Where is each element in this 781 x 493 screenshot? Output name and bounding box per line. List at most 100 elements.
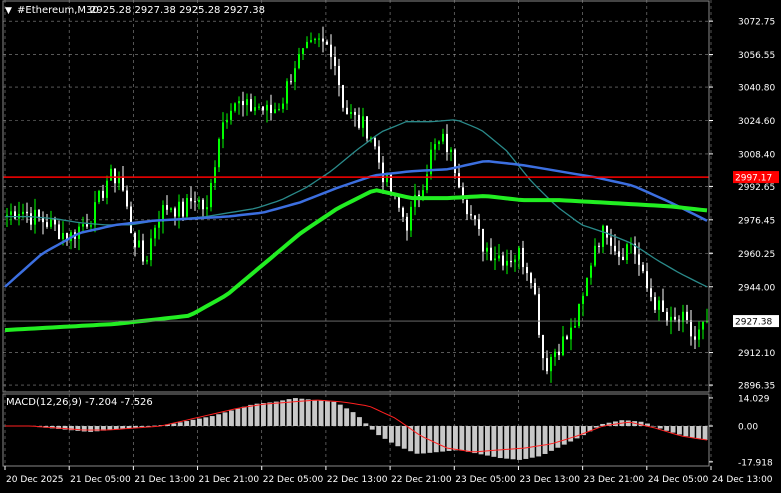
candle-body[interactable]: [82, 224, 84, 227]
candle-body[interactable]: [646, 271, 648, 289]
candle-body[interactable]: [366, 116, 368, 139]
candle-body[interactable]: [578, 303, 580, 327]
candle-body[interactable]: [46, 222, 48, 227]
candle-body[interactable]: [470, 214, 472, 216]
candle-body[interactable]: [522, 247, 524, 268]
candle-body[interactable]: [346, 107, 348, 115]
candle-body[interactable]: [202, 199, 204, 210]
candle-body[interactable]: [474, 215, 476, 220]
candle-body[interactable]: [530, 273, 532, 284]
candle-body[interactable]: [358, 114, 360, 128]
candle-body[interactable]: [338, 65, 340, 86]
candle-body[interactable]: [86, 224, 88, 227]
candle-body[interactable]: [674, 316, 676, 320]
candle-body[interactable]: [638, 254, 640, 265]
mt-chart-window[interactable]: 2997.17 2927.38 20 Dec 2025 21 Dec 05:00 21…: [0, 0, 781, 489]
candle-body[interactable]: [302, 48, 304, 54]
candle-body[interactable]: [6, 214, 8, 216]
candle-body[interactable]: [50, 219, 52, 227]
candle-body[interactable]: [98, 190, 100, 203]
candle-body[interactable]: [334, 56, 336, 66]
candle-body[interactable]: [198, 199, 200, 203]
candle-body[interactable]: [58, 224, 60, 240]
candle-body[interactable]: [30, 213, 32, 225]
candle-body[interactable]: [534, 283, 536, 295]
candle-body[interactable]: [134, 233, 136, 248]
candle-body[interactable]: [298, 53, 300, 69]
candle-body[interactable]: [450, 149, 452, 153]
candle-body[interactable]: [354, 111, 356, 115]
candle-body[interactable]: [502, 255, 504, 266]
candle-body[interactable]: [442, 133, 444, 142]
candle-body[interactable]: [690, 320, 692, 337]
candle-body[interactable]: [286, 81, 288, 104]
chart-menu-chevron-icon[interactable]: ▼: [5, 6, 12, 16]
candle-body[interactable]: [206, 207, 208, 210]
candle-body[interactable]: [278, 108, 280, 110]
candle-body[interactable]: [506, 260, 508, 266]
candle-body[interactable]: [14, 211, 16, 219]
candle-body[interactable]: [38, 209, 40, 218]
candle-body[interactable]: [438, 141, 440, 145]
candle-body[interactable]: [514, 259, 516, 263]
candle-body[interactable]: [538, 294, 540, 335]
candle-body[interactable]: [210, 182, 212, 208]
candle-body[interactable]: [382, 162, 384, 183]
candle-body[interactable]: [586, 277, 588, 296]
candle-body[interactable]: [214, 167, 216, 183]
candle-body[interactable]: [626, 244, 628, 261]
candle-body[interactable]: [94, 202, 96, 226]
candle-body[interactable]: [406, 216, 408, 231]
candle-body[interactable]: [466, 199, 468, 215]
candle-body[interactable]: [90, 225, 92, 227]
candle-body[interactable]: [574, 326, 576, 328]
candle-body[interactable]: [258, 106, 260, 108]
candle-body[interactable]: [410, 206, 412, 231]
candle-body[interactable]: [318, 38, 320, 40]
chart-canvas[interactable]: 2997.172927.38 20 Dec 2025 21 Dec 05:00 21…: [0, 0, 781, 489]
candle-body[interactable]: [118, 177, 120, 184]
candle-body[interactable]: [222, 122, 224, 139]
candle-body[interactable]: [402, 207, 404, 217]
candle-body[interactable]: [174, 208, 176, 217]
candle-body[interactable]: [186, 197, 188, 217]
candle-body[interactable]: [486, 247, 488, 252]
candle-body[interactable]: [126, 190, 128, 207]
candle-body[interactable]: [182, 201, 184, 217]
candle-body[interactable]: [218, 138, 220, 168]
candle-body[interactable]: [154, 227, 156, 239]
candle-body[interactable]: [142, 240, 144, 262]
candle-body[interactable]: [106, 180, 108, 198]
candle-body[interactable]: [122, 177, 124, 191]
candle-body[interactable]: [618, 251, 620, 257]
candle-body[interactable]: [666, 311, 668, 322]
candle-body[interactable]: [330, 44, 332, 57]
candle-body[interactable]: [602, 225, 604, 247]
candle-body[interactable]: [454, 149, 456, 174]
candle-body[interactable]: [546, 358, 548, 372]
candle-body[interactable]: [458, 173, 460, 188]
candle-body[interactable]: [510, 260, 512, 263]
candle-body[interactable]: [662, 300, 664, 312]
candle-body[interactable]: [702, 321, 704, 330]
candle-body[interactable]: [158, 221, 160, 228]
candle-body[interactable]: [110, 168, 112, 181]
candle-body[interactable]: [102, 190, 104, 198]
candle-body[interactable]: [682, 311, 684, 323]
candle-body[interactable]: [310, 40, 312, 42]
candle-body[interactable]: [542, 334, 544, 359]
candle-body[interactable]: [598, 245, 600, 247]
candle-body[interactable]: [594, 245, 596, 266]
candle-body[interactable]: [582, 295, 584, 304]
candle-body[interactable]: [374, 137, 376, 147]
candle-body[interactable]: [322, 38, 324, 42]
candle-body[interactable]: [494, 258, 496, 261]
candle-body[interactable]: [566, 336, 568, 340]
candle-body[interactable]: [622, 256, 624, 261]
candle-body[interactable]: [274, 109, 276, 114]
candle-body[interactable]: [262, 106, 264, 111]
candle-body[interactable]: [170, 208, 172, 210]
candle-body[interactable]: [642, 264, 644, 272]
candle-body[interactable]: [178, 201, 180, 217]
candle-body[interactable]: [150, 238, 152, 261]
